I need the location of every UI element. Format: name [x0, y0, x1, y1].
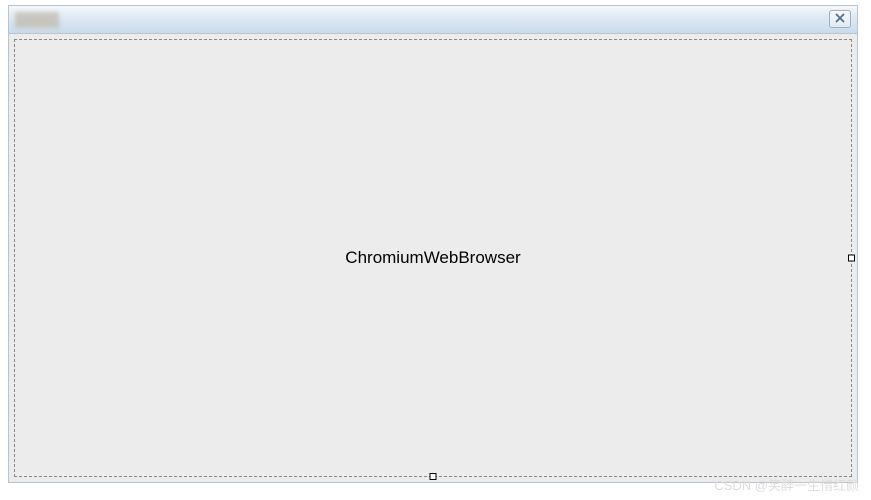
resize-handle-right[interactable] — [848, 255, 855, 262]
component-placeholder-label: ChromiumWebBrowser — [345, 248, 520, 268]
window-frame: ChromiumWebBrowser — [8, 5, 858, 483]
close-icon — [835, 10, 845, 28]
design-surface[interactable]: ChromiumWebBrowser — [14, 39, 852, 477]
title-bar[interactable] — [9, 6, 857, 34]
app-icon — [15, 12, 59, 28]
resize-handle-bottom[interactable] — [430, 473, 437, 480]
close-button[interactable] — [829, 10, 851, 28]
